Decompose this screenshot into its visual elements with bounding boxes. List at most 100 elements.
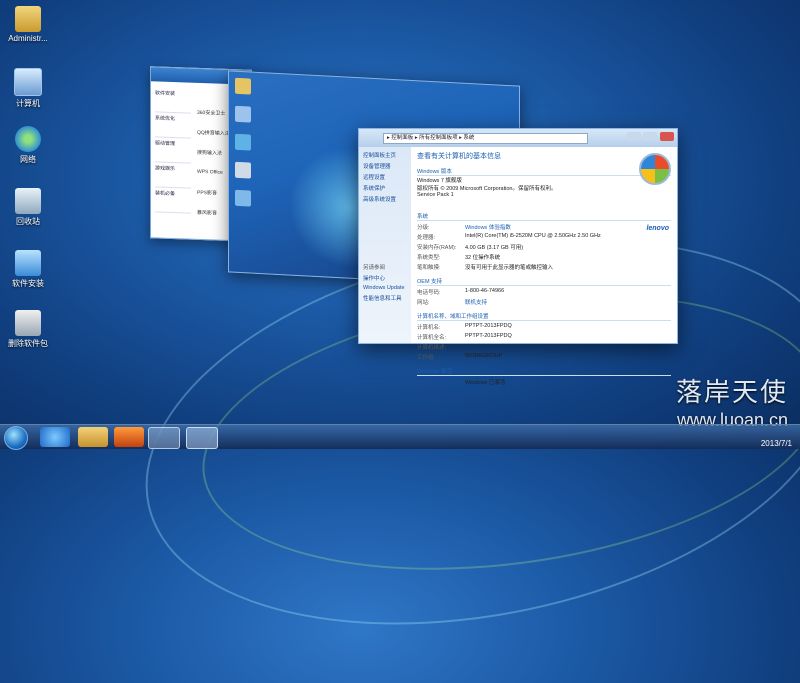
- info-row: 分级: Windows 体验指数: [417, 223, 671, 231]
- window-titlebar[interactable]: ▸ 控制面板 ▸ 所有控制面板项 ▸ 系统: [359, 129, 677, 147]
- desktop-icon-label: 回收站: [16, 217, 40, 226]
- computer-icon: [14, 68, 42, 96]
- section-header: Windows 激活: [417, 367, 671, 376]
- info-value: 1-800-46-74966: [465, 288, 505, 294]
- control-panel-home-link[interactable]: 控制面板主页: [363, 151, 407, 159]
- edition-line: Windows 7 旗舰版: [417, 178, 462, 184]
- info-key: 处理器:: [417, 235, 436, 241]
- desktop-icon-recycle-bin[interactable]: 回收站: [2, 188, 54, 227]
- section-header: Windows 版本: [417, 167, 671, 176]
- address-bar[interactable]: ▸ 控制面板 ▸ 所有控制面板项 ▸ 系统: [383, 133, 588, 144]
- sidebar-item[interactable]: 软件安装: [155, 87, 191, 114]
- info-key: 系统类型:: [417, 255, 441, 261]
- info-row: 电话号码: 1-800-46-74966: [417, 288, 671, 296]
- desktop-icon-label: 计算机: [16, 99, 40, 108]
- info-key: 计算机全名:: [417, 335, 447, 341]
- network-icon: [235, 133, 251, 151]
- sidebar-item[interactable]: 驱动管理: [155, 137, 191, 164]
- folder-icon: [235, 77, 251, 95]
- sidebar-item[interactable]: 系统优化: [155, 112, 191, 139]
- edition-line: 版权所有 © 2009 Microsoft Corporation。保留所有权利…: [417, 186, 557, 192]
- desktop-icon-label: Administr...: [8, 34, 48, 43]
- start-button[interactable]: [4, 426, 28, 450]
- clock[interactable]: 2013/7/1: [761, 439, 792, 448]
- section-header: OEM 支持: [417, 277, 671, 286]
- info-key: 分级:: [417, 225, 430, 231]
- info-row: 计算机名: PPTPT-2013FPDQ: [417, 323, 671, 331]
- online-support-link[interactable]: 联机支持: [465, 298, 487, 306]
- desktop-icon-administrator[interactable]: Administr...: [2, 6, 54, 43]
- left-task-pane: 控制面板主页 设备管理器 远程设置 系统保护 高级系统设置 另请参阅 操作中心 …: [359, 147, 411, 343]
- taskbar: 2013/7/1: [0, 424, 800, 450]
- see-also-label: 另请参阅: [363, 265, 386, 271]
- edition-line: Service Pack 1: [417, 192, 454, 198]
- computer-icon: [235, 105, 251, 123]
- info-row: 系统类型: 32 位操作系统: [417, 253, 671, 261]
- info-key: 安装内存(RAM):: [417, 245, 457, 251]
- info-value: 没有可用于此显示器的笔或触控输入: [465, 265, 554, 271]
- network-icon: [15, 126, 41, 152]
- device-manager-link[interactable]: 设备管理器: [363, 162, 407, 170]
- info-value: WORKGROUP: [465, 353, 503, 359]
- desktop-icon-uninstall[interactable]: 删除软件包: [2, 310, 54, 349]
- info-key: 计算机描述:: [417, 345, 447, 351]
- info-value: Windows 已激活: [465, 380, 506, 386]
- performance-link[interactable]: 性能信息和工具: [363, 294, 407, 302]
- info-value: Intel(R) Core(TM) i5-2520M CPU @ 2.50GHz…: [465, 233, 601, 239]
- desktop-icon-network[interactable]: 网络: [2, 126, 54, 165]
- info-value-link[interactable]: Windows 体验指数: [465, 223, 511, 231]
- maximize-icon[interactable]: [643, 132, 657, 141]
- info-row: 网站: 联机支持: [417, 298, 671, 306]
- info-row: 计算机全名: PPTPT-2013FPDQ: [417, 333, 671, 341]
- uninstall-icon: [15, 310, 41, 336]
- info-key: 工作组:: [417, 355, 436, 361]
- info-value: 4.00 GB (3.17 GB 可用): [465, 245, 524, 251]
- action-center-link[interactable]: 操作中心: [363, 274, 407, 282]
- sidebar-item[interactable]: 游戏娱乐: [155, 162, 191, 189]
- section-header: 系统: [417, 212, 671, 221]
- info-key: 计算机名:: [417, 325, 441, 331]
- info-row: 计算机描述:: [417, 343, 671, 351]
- desktop-icon-computer[interactable]: 计算机: [2, 68, 54, 109]
- info-key: 笔和触摸:: [417, 265, 441, 271]
- desktop-icon-label: 网络: [20, 155, 36, 164]
- info-key: [417, 378, 465, 386]
- info-key: 网站:: [417, 300, 430, 306]
- internet-explorer-icon[interactable]: [40, 427, 70, 447]
- minimize-icon[interactable]: [627, 132, 641, 141]
- advanced-settings-link[interactable]: 高级系统设置: [363, 195, 407, 203]
- info-value: 32 位操作系统: [465, 255, 501, 261]
- file-explorer-icon[interactable]: [78, 427, 108, 447]
- recycle-bin-icon: [15, 188, 41, 214]
- taskbar-window-button[interactable]: [186, 427, 218, 449]
- system-protection-link[interactable]: 系统保护: [363, 184, 407, 192]
- section-header: 计算机名称、域和工作组设置: [417, 312, 671, 321]
- windows-update-link[interactable]: Windows Update: [363, 285, 407, 291]
- info-row: 安装内存(RAM): 4.00 GB (3.17 GB 可用): [417, 243, 671, 251]
- taskbar-window-button[interactable]: [148, 427, 180, 449]
- info-row: Windows 已激活: [417, 378, 671, 386]
- watermark-title: 落岸天使: [675, 378, 788, 408]
- desktop-icon-label: 删除软件包: [8, 339, 48, 348]
- system-properties-window[interactable]: ▸ 控制面板 ▸ 所有控制面板项 ▸ 系统 控制面板主页 设备管理器 远程设置 …: [358, 128, 678, 386]
- user-folder-icon: [15, 6, 41, 32]
- desktop-icon-install[interactable]: 软件安装: [2, 250, 54, 289]
- remote-settings-link[interactable]: 远程设置: [363, 173, 407, 181]
- desktop-icon-label: 软件安装: [12, 279, 44, 288]
- windows-logo-icon: [639, 153, 671, 185]
- system-info-panel: 查看有关计算机的基本信息 Windows 版本 Windows 7 旗舰版 版权…: [417, 151, 671, 386]
- info-row: 笔和触摸: 没有可用于此显示器的笔或触控输入: [417, 263, 671, 271]
- media-player-icon[interactable]: [114, 427, 144, 447]
- info-value: PPTPT-2013FPDQ: [465, 333, 512, 339]
- install-icon: [235, 189, 251, 207]
- close-icon[interactable]: [660, 132, 674, 141]
- page-title: 查看有关计算机的基本信息: [417, 153, 501, 160]
- install-icon: [15, 250, 41, 276]
- info-row: 工作组: WORKGROUP: [417, 353, 671, 361]
- brand-logo: lenovo: [646, 225, 669, 232]
- sidebar-item[interactable]: 装机必备: [155, 187, 191, 214]
- info-value: PPTPT-2013FPDQ: [465, 323, 512, 329]
- software-manager-sidebar: 软件安装 系统优化 驱动管理 游戏娱乐 装机必备: [155, 87, 191, 214]
- recycle-bin-icon: [235, 161, 251, 179]
- info-key: 电话号码:: [417, 290, 441, 296]
